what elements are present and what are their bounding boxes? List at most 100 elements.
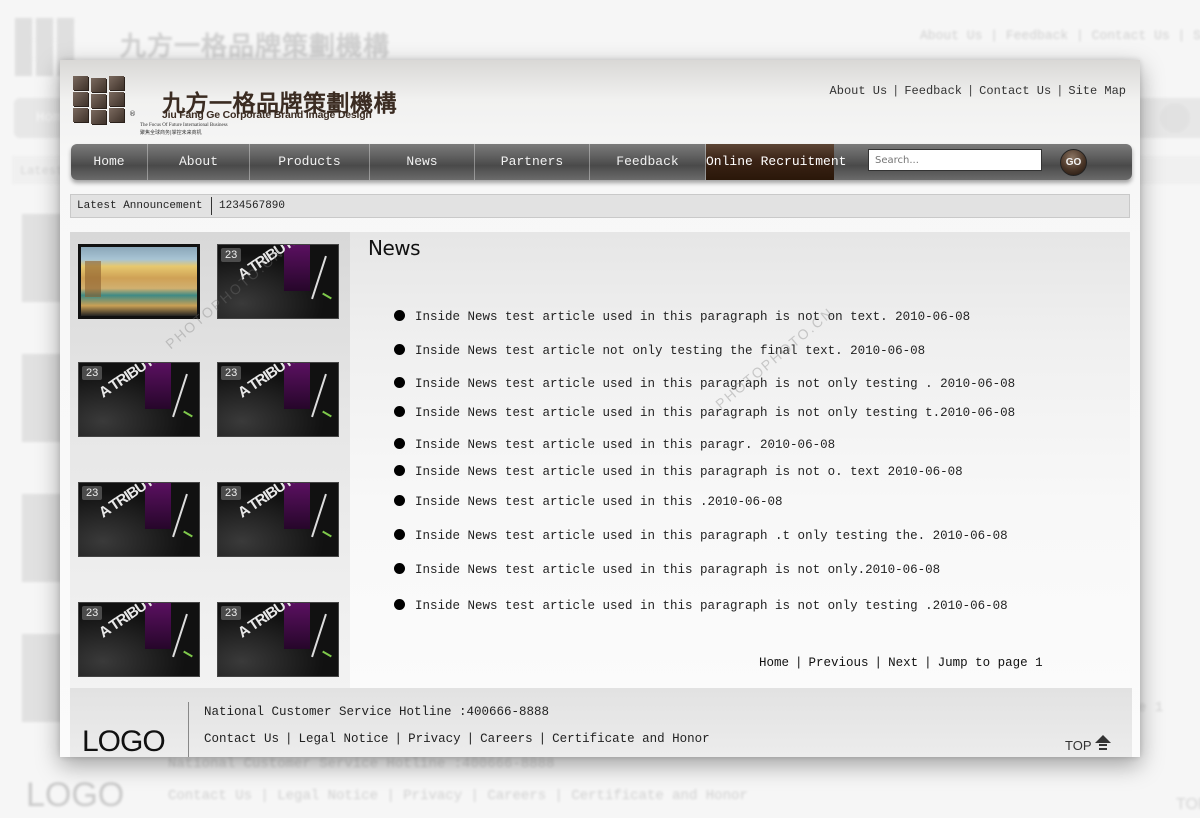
website-page: ® 九方一格品牌策劃機構 Jiu Fang Ge Corporate Brand… — [60, 60, 1140, 757]
brand-tagline-cn: 聚焦全球商务|掌控未来商机 — [140, 130, 202, 136]
nav-item-news[interactable]: News — [370, 144, 475, 180]
image-gallery: 23 A TRIBUTE TOCLICK 23 A TRIBUTE TOCLIC… — [70, 232, 350, 690]
top-link-site-map[interactable]: Site Map — [1068, 84, 1126, 98]
search-input[interactable] — [868, 149, 1042, 171]
news-item-text: Inside News test article used in this pa… — [415, 377, 1016, 391]
footer-link-legal-notice[interactable]: Legal Notice — [299, 732, 389, 746]
thumb-badge: 23 — [221, 606, 242, 620]
bullet-icon — [394, 344, 405, 355]
nav-item-about[interactable]: About — [148, 144, 250, 180]
gallery-thumb[interactable]: 23 A TRIBUTE TOCLICK — [78, 362, 200, 437]
footer-logo: LOGO — [82, 725, 166, 757]
news-item-text: Inside News test article used in this pa… — [415, 465, 963, 479]
nav-item-feedback[interactable]: Feedback — [590, 144, 706, 180]
gallery-thumb[interactable]: 23 A TRIBUTE TOCLICK — [217, 602, 339, 677]
news-item[interactable]: Inside News test article used in this pa… — [394, 529, 1008, 543]
news-item-text: Inside News test article used in this pa… — [415, 599, 1008, 613]
thumb-badge: 23 — [82, 606, 103, 620]
divider: | — [874, 656, 883, 670]
main-nav: Home About Products News Partners Feedba… — [71, 144, 1132, 180]
top-links: About Us | Feedback | Contact Us | Site Map — [830, 84, 1126, 98]
ghost-pager: e 1 — [1138, 700, 1164, 716]
thumb-badge: 23 — [82, 366, 103, 380]
pager-jump[interactable]: Jump to page 1 — [938, 656, 1043, 670]
footer-links: Contact Us | Legal Notice | Privacy | Careers |… — [204, 732, 710, 746]
gallery-thumb[interactable]: 23 A TRIBUTE TOCLICK — [217, 244, 339, 319]
divider: | — [795, 656, 803, 670]
news-item[interactable]: Inside News test article used in this pa… — [394, 438, 835, 452]
news-item[interactable]: Inside News test article not only testin… — [394, 344, 925, 358]
news-item[interactable]: Inside News test article used in this .2… — [394, 495, 783, 509]
top-link-contact-us[interactable]: Contact Us — [979, 84, 1051, 98]
ghost-hotline: National Customer Service Hotline :40066… — [168, 756, 555, 772]
news-item-text: Inside News test article used in this pa… — [415, 406, 1016, 420]
search-go-button[interactable]: GO — [1060, 149, 1087, 176]
bullet-icon — [394, 563, 405, 574]
nav-item-home[interactable]: Home — [71, 144, 148, 180]
gallery-thumb-photo[interactable] — [78, 244, 200, 319]
divider: | — [924, 656, 932, 670]
bullet-icon — [394, 310, 405, 321]
thumb-art — [183, 650, 193, 658]
brand-tagline-en: The Focus Of Future International Busine… — [140, 123, 228, 128]
divider: | — [394, 732, 403, 746]
back-to-top-button[interactable]: TOP — [1065, 735, 1111, 755]
ghost-thumb — [22, 354, 62, 442]
news-item[interactable]: Inside News test article used in this pa… — [394, 465, 963, 479]
thumb-badge: 23 — [82, 486, 103, 500]
footer-link-certificate[interactable]: Certificate and Honor — [552, 732, 710, 746]
gallery-thumb[interactable]: 23 A TRIBUTE TOCLICK — [78, 482, 200, 557]
news-item-text: Inside News test article used in this pa… — [415, 529, 1008, 543]
nav-item-online-recruitment[interactable]: Online Recruitment — [706, 144, 846, 180]
thumb-badge: 23 — [221, 486, 242, 500]
arrow-up-icon — [1094, 735, 1111, 755]
divider: | — [1056, 84, 1064, 98]
ghost-go — [1160, 103, 1190, 133]
thumb-badge: 23 — [221, 248, 242, 262]
news-item-text: Inside News test article used in this pa… — [415, 438, 836, 452]
footer-link-careers[interactable]: Careers — [480, 732, 533, 746]
divider: | — [966, 84, 975, 98]
bullet-icon — [394, 438, 405, 449]
thumb-art — [183, 530, 193, 538]
news-item[interactable]: Inside News test article used in this pa… — [394, 406, 1015, 420]
gallery-thumb[interactable]: 23 A TRIBUTE TOCLICK — [78, 602, 200, 677]
top-link-feedback[interactable]: Feedback — [904, 84, 962, 98]
news-item[interactable]: Inside News test article used in this pa… — [394, 310, 970, 324]
brand-logo-icon[interactable] — [73, 76, 125, 124]
gallery-thumb[interactable]: 23 A TRIBUTE TOCLICK — [217, 482, 339, 557]
pagination: Home | Previous | Next | Jump to page 1 — [759, 656, 1043, 670]
news-item[interactable]: Inside News test article used in this pa… — [394, 599, 1008, 613]
ghost-top-links: About Us | Feedback | Contact Us | Site … — [920, 28, 1200, 43]
ghost-footer-links: Contact Us | Legal Notice | Privacy | Ca… — [168, 788, 748, 804]
news-item[interactable]: Inside News test article used in this pa… — [394, 377, 1015, 391]
news-item-text: Inside News test article used in this .2… — [415, 495, 783, 509]
thumb-art — [322, 292, 332, 300]
nav-item-partners[interactable]: Partners — [475, 144, 590, 180]
ghost-thumb — [22, 494, 62, 582]
footer-link-privacy[interactable]: Privacy — [408, 732, 461, 746]
footer-link-contact-us[interactable]: Contact Us — [204, 732, 279, 746]
bullet-icon — [394, 495, 405, 506]
divider: | — [466, 732, 475, 746]
thumb-art — [322, 530, 332, 538]
pager-previous[interactable]: Previous — [809, 656, 869, 670]
thumb-art — [322, 650, 332, 658]
bullet-icon — [394, 599, 405, 610]
news-section — [350, 232, 1130, 690]
divider — [188, 702, 189, 757]
pager-next[interactable]: Next — [888, 656, 918, 670]
pager-home[interactable]: Home — [759, 656, 789, 670]
bullet-icon — [394, 406, 405, 417]
brand-name-en: Jiu Fang Ge Corporate Brand Image Design — [162, 109, 372, 121]
top-link-about-us[interactable]: About Us — [830, 84, 888, 98]
news-heading: News — [368, 236, 421, 260]
news-item-text: Inside News test article not only testin… — [415, 344, 926, 358]
gallery-thumb[interactable]: 23 A TRIBUTE TOCLICK — [217, 362, 339, 437]
ghost-thumb — [22, 634, 62, 722]
thumb-badge: 23 — [221, 366, 242, 380]
announcement-text[interactable]: 1234567890 — [219, 200, 285, 212]
registered-mark: ® — [129, 110, 136, 118]
news-item[interactable]: Inside News test article used in this pa… — [394, 563, 940, 577]
nav-item-products[interactable]: Products — [250, 144, 370, 180]
